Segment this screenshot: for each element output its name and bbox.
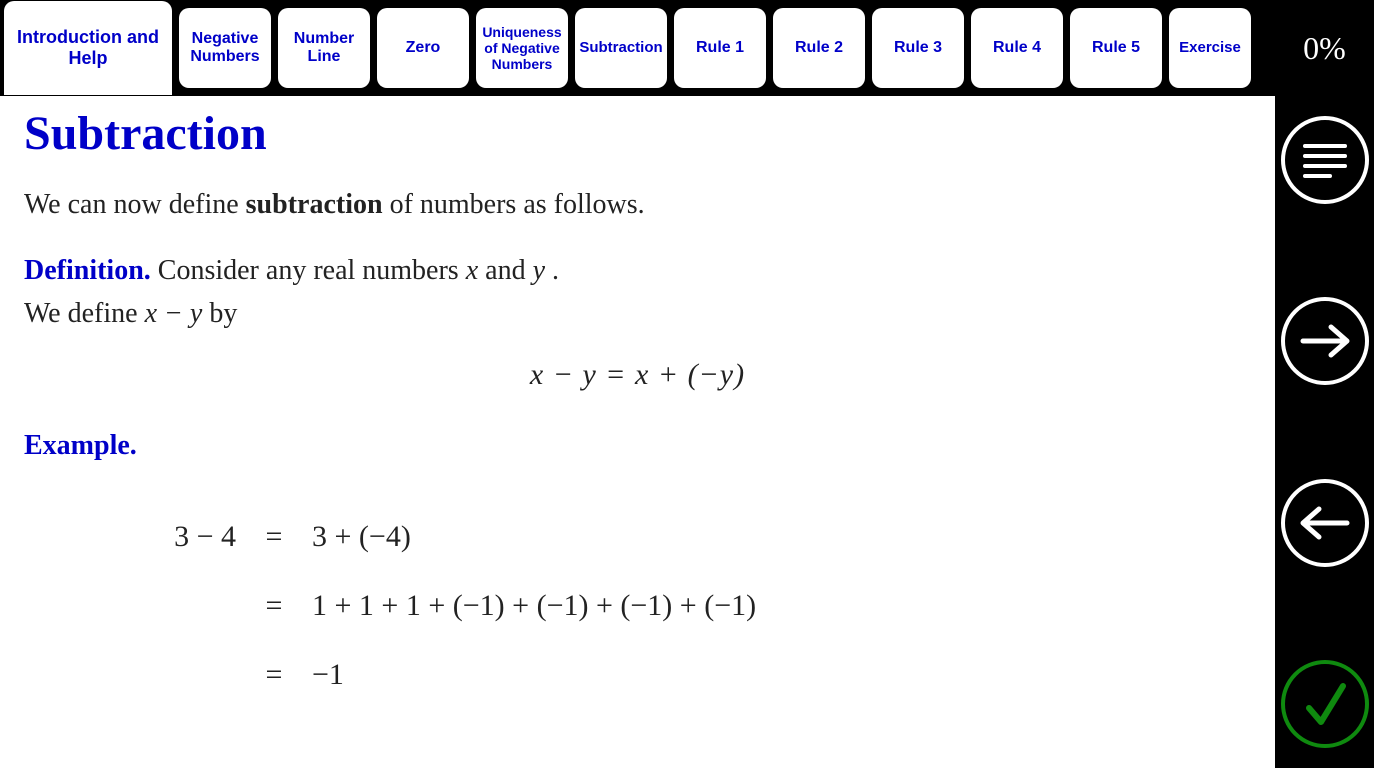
tab-rule-3[interactable]: Rule 3 [872,8,964,88]
intro-text-post: of numbers as follows. [383,189,645,220]
tab-number-line[interactable]: Number Line [278,8,370,88]
side-panel: 0% [1275,0,1374,768]
content-area: Subtraction We can now define subtractio… [0,96,1275,768]
def-var-y: y [533,255,545,286]
center-math-expr: x − y = x + (−y) [530,358,745,391]
confirm-button[interactable] [1281,660,1369,748]
progress-percent: 0% [1303,0,1346,96]
tab-exercise[interactable]: Exercise [1169,8,1251,88]
def-text-1c: . [545,255,559,286]
arrow-right-icon [1295,321,1355,361]
next-button[interactable] [1281,297,1369,385]
tab-subtraction[interactable]: Subtraction [575,8,667,88]
tab-zero[interactable]: Zero [377,8,469,88]
prev-button[interactable] [1281,479,1369,567]
example-rhs: 3 + (−4) [294,502,411,571]
tab-uniqueness-of-negative-numbers[interactable]: Uniqueness of Negative Numbers [476,8,568,88]
def-text-1a: Consider any real numbers [151,255,466,286]
arrow-left-icon [1295,503,1355,543]
def-text-2a: We define [24,298,145,329]
example-row: =−1 [134,640,1251,709]
def-text-2b: by [202,298,237,329]
side-buttons-group [1281,96,1369,768]
intro-text-pre: We can now define [24,189,246,220]
def-var-x: x [466,255,478,286]
definition-equation: x − y = x + (−y) [24,358,1251,392]
example-row: 3 − 4=3 + (−4) [134,502,1251,571]
example-eq-sign: = [254,640,294,709]
def-text-1b: and [478,255,532,286]
checkmark-icon [1295,674,1355,734]
example-lhs: 3 − 4 [134,502,254,571]
menu-button[interactable] [1281,116,1369,204]
page-title: Subtraction [24,106,1251,161]
tab-negative-numbers[interactable]: Negative Numbers [179,8,271,88]
example-rhs: 1 + 1 + 1 + (−1) + (−1) + (−1) + (−1) [294,571,756,640]
intro-bold-term: subtraction [246,189,383,220]
intro-paragraph: We can now define subtraction of numbers… [24,189,1251,221]
tab-rule-5[interactable]: Rule 5 [1070,8,1162,88]
tab-rule-4[interactable]: Rule 4 [971,8,1063,88]
example-label: Example. [24,430,1251,462]
menu-icon [1300,140,1350,180]
example-rhs: −1 [294,640,344,709]
example-eq-sign: = [254,502,294,571]
def-expr-lhs: x − y [145,298,203,329]
definition-label: Definition. [24,255,151,286]
tabs-bar: Introduction and HelpNegative NumbersNum… [0,0,1275,96]
example-math-block: 3 − 4=3 + (−4)=1 + 1 + 1 + (−1) + (−1) +… [134,502,1251,709]
example-row: =1 + 1 + 1 + (−1) + (−1) + (−1) + (−1) [134,571,1251,640]
tab-introduction-and-help[interactable]: Introduction and Help [4,1,172,95]
definition-block: Definition. Consider any real numbers x … [24,249,1251,336]
example-eq-sign: = [254,571,294,640]
tab-rule-2[interactable]: Rule 2 [773,8,865,88]
tab-rule-1[interactable]: Rule 1 [674,8,766,88]
